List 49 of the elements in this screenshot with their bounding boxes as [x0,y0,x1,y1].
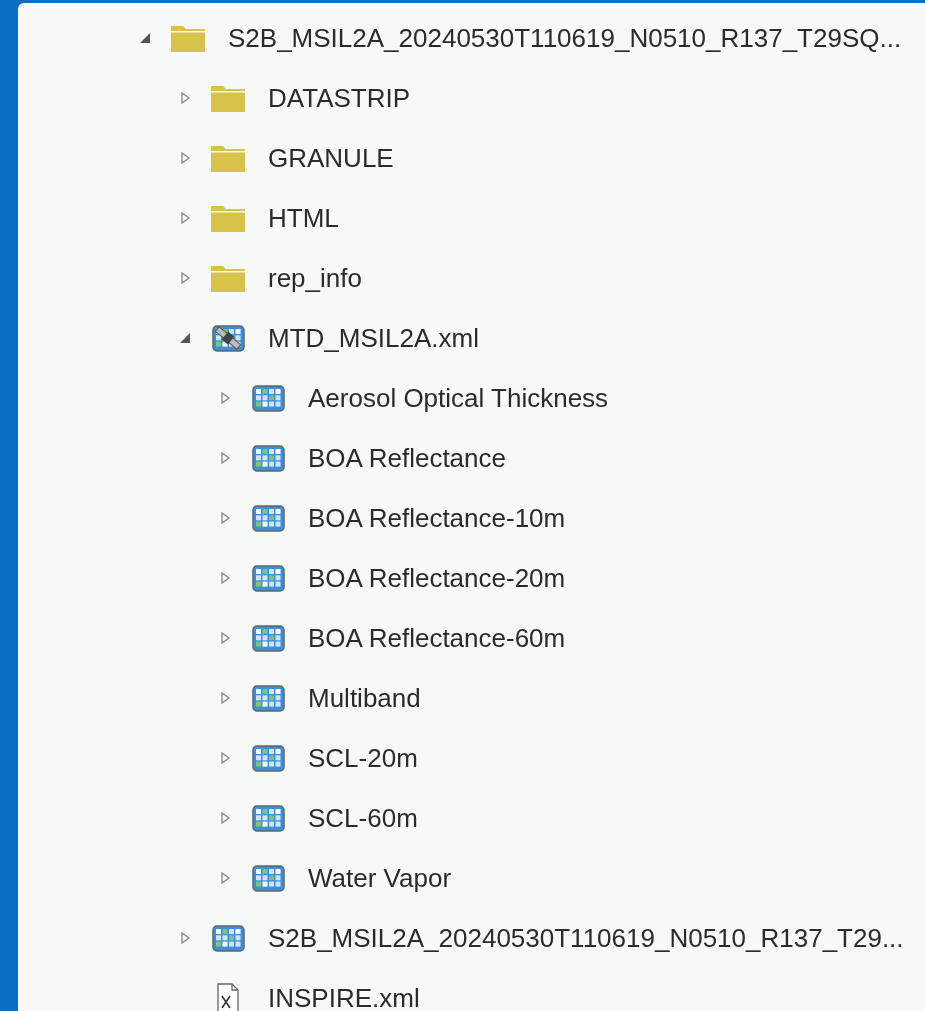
tree-item-label[interactable]: BOA Reflectance-60m [308,622,566,654]
expand-arrow-icon[interactable] [218,811,232,825]
folder-icon [210,83,246,113]
tree-item-label[interactable]: INSPIRE.xml [268,982,420,1011]
tree-item-label[interactable]: GRANULE [268,142,394,174]
expand-arrow-icon[interactable] [218,631,232,645]
tree-item-label[interactable]: Water Vapor [308,862,452,894]
expand-arrow-icon[interactable] [178,271,192,285]
raster-grid-icon [250,683,286,713]
tree-item-label[interactable]: Aerosol Optical Thickness [308,382,609,414]
satellite-raster-icon [210,323,246,353]
tree-item-label[interactable]: HTML [268,202,339,234]
raster-grid-icon [250,803,286,833]
expand-arrow-icon[interactable] [218,451,232,465]
raster-grid-icon [250,863,286,893]
expand-arrow-icon[interactable] [178,91,192,105]
expand-arrow-icon[interactable] [178,211,192,225]
tree-item-label[interactable]: BOA Reflectance-20m [308,562,566,594]
raster-grid-icon [210,923,246,953]
collapse-arrow-icon[interactable] [138,31,152,45]
tree-item-label[interactable]: SCL-60m [308,802,418,834]
folder-icon [210,263,246,293]
tree-item-label[interactable]: BOA Reflectance-10m [308,502,566,534]
expand-arrow-icon[interactable] [218,571,232,585]
expand-arrow-icon[interactable] [218,751,232,765]
raster-grid-icon [250,503,286,533]
raster-grid-icon [250,563,286,593]
expand-arrow-icon[interactable] [178,151,192,165]
tree-item-label[interactable]: SCL-20m [308,742,418,774]
tree-item-label[interactable]: S2B_MSIL2A_20240530T110619_N0510_R137_T29... [268,922,904,954]
tree-item-label[interactable]: DATASTRIP [268,82,411,114]
raster-grid-icon [250,623,286,653]
expand-arrow-icon[interactable] [218,871,232,885]
collapse-arrow-icon[interactable] [178,331,192,345]
expand-arrow-icon[interactable] [218,391,232,405]
tree-item-label[interactable]: rep_info [268,262,362,294]
folder-icon [210,203,246,233]
raster-grid-icon [250,443,286,473]
expand-arrow-icon[interactable] [178,931,192,945]
raster-grid-icon [250,743,286,773]
folder-icon [170,23,206,53]
expand-arrow-icon[interactable] [218,511,232,525]
folder-icon [210,143,246,173]
raster-grid-icon [250,383,286,413]
tree-item-label[interactable]: Multiband [308,682,421,714]
tree-item-label[interactable]: BOA Reflectance [308,442,506,474]
expand-arrow-icon[interactable] [218,691,232,705]
tree-item-label[interactable]: MTD_MSIL2A.xml [268,322,479,354]
tree-item-label[interactable]: S2B_MSIL2A_20240530T110619_N0510_R137_T29SQ... [228,22,902,54]
